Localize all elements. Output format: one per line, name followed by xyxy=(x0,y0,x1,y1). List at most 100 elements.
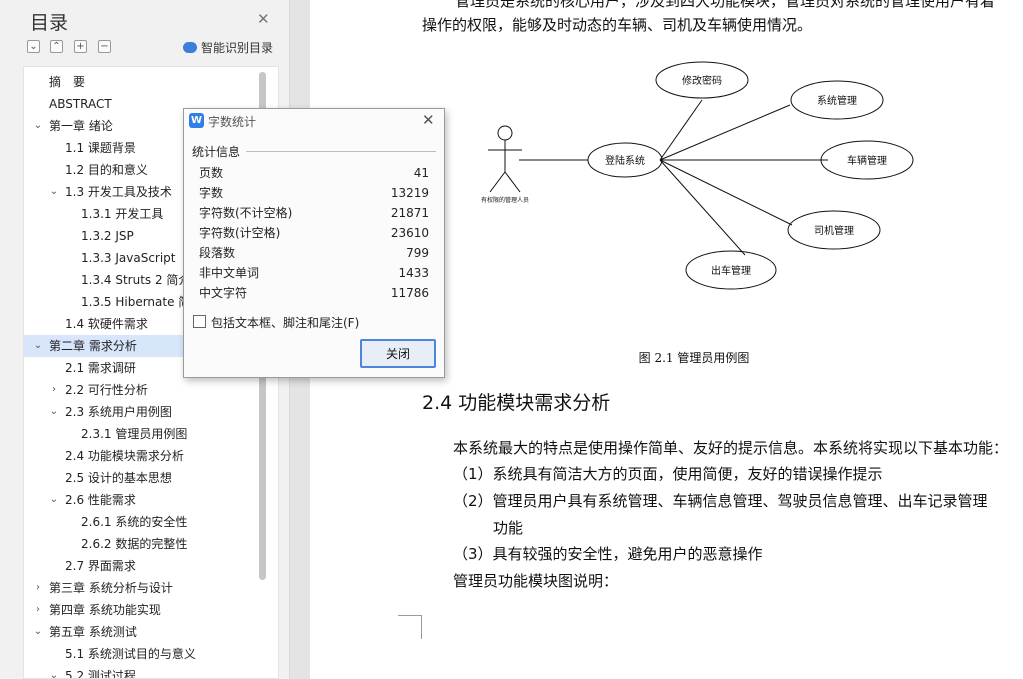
stat-label: 字符数(不计空格) xyxy=(199,206,293,220)
add-item-icon[interactable]: + xyxy=(74,40,87,53)
smart-toc-button[interactable]: 智能识别目录 xyxy=(183,39,273,56)
toc-item[interactable]: ⌄ 第五章 系统测试 xyxy=(24,621,264,643)
toc-item[interactable]: ⌄ 2.6 性能需求 xyxy=(24,489,264,511)
stat-value: 21871 xyxy=(390,206,429,220)
stat-row: 字数 13219 xyxy=(199,183,429,203)
stat-row: 段落数 799 xyxy=(199,243,429,263)
close-button[interactable]: 关闭 xyxy=(360,339,436,368)
toc-item-label: 2.4 功能模块需求分析 xyxy=(65,449,184,463)
stat-row: 字符数(不计空格) 21871 xyxy=(199,203,429,223)
actor-label: 有权限的管理人员 xyxy=(481,196,529,204)
chevron-right-icon[interactable]: › xyxy=(33,577,43,599)
toc-item-label: 1.2 目的和意义 xyxy=(65,163,148,177)
section-heading: 2.4 功能模块需求分析 xyxy=(422,392,611,414)
dialog-title: 字数统计 xyxy=(208,115,257,129)
smart-toc-label: 智能识别目录 xyxy=(201,41,274,55)
include-notes-label[interactable]: 包括文本框、脚注和尾注(F) xyxy=(211,314,359,331)
toc-item[interactable]: 2.6.1 系统的安全性 xyxy=(24,511,264,533)
word-count-dialog: W 字数统计 ✕ 统计信息 页数 41 字数 13219 字符数(不计空格) 21871 字… xyxy=(183,108,445,378)
toc-item-label: 第四章 系统功能实现 xyxy=(49,603,161,617)
use-case-node: 出车管理 xyxy=(711,264,751,277)
body-paragraph: 本系统最大的特点是使用操作简单、友好的提示信息。本系统将实现以下基本功能： xyxy=(453,439,1009,457)
expand-all-icon[interactable]: ⌃ xyxy=(50,40,63,53)
toc-item[interactable]: ⌄ 2.3 系统用户用例图 xyxy=(24,401,264,423)
stat-label: 字数 xyxy=(199,186,224,200)
toc-item-label: 1.3.1 开发工具 xyxy=(81,207,164,221)
toc-item-label: 第二章 需求分析 xyxy=(49,339,137,353)
stat-row: 中文字符 11786 xyxy=(199,283,429,303)
toc-item[interactable]: 5.1 系统测试目的与意义 xyxy=(24,643,264,665)
include-notes-checkbox[interactable] xyxy=(193,315,206,328)
toc-item-label: 2.3 系统用户用例图 xyxy=(65,405,172,419)
chevron-right-icon[interactable]: › xyxy=(33,599,43,621)
use-case-node: 司机管理 xyxy=(814,224,854,237)
toc-item-label: 1.3.4 Struts 2 简介 xyxy=(81,273,191,287)
toc-item[interactable]: 2.6.2 数据的完整性 xyxy=(24,533,264,555)
use-case-node: 车辆管理 xyxy=(847,154,887,167)
stat-row: 非中文单词 1433 xyxy=(199,263,429,283)
chevron-down-icon[interactable]: ⌄ xyxy=(33,621,43,643)
use-case-node: 修改密码 xyxy=(682,74,722,87)
stat-value: 11786 xyxy=(390,286,429,300)
body-paragraph: 管理员功能模块图说明： xyxy=(453,572,619,590)
toc-item[interactable]: › 2.2 可行性分析 xyxy=(24,379,264,401)
chevron-down-icon[interactable]: ⌄ xyxy=(33,335,43,357)
toc-item[interactable]: 2.7 界面需求 xyxy=(24,555,264,577)
toc-item-label: 第一章 绪论 xyxy=(49,119,113,133)
toc-item-label: 第三章 系统分析与设计 xyxy=(49,581,173,595)
body-paragraph: （3）具有较强的安全性，避免用户的恶意操作 xyxy=(453,545,763,563)
stat-value: 41 xyxy=(413,166,429,180)
toc-item[interactable]: 摘 要 xyxy=(24,71,264,93)
cloud-icon xyxy=(183,42,197,53)
stat-row: 页数 41 xyxy=(199,163,429,183)
page-margin-marker xyxy=(398,615,422,639)
toc-item-label: 2.6.2 数据的完整性 xyxy=(81,537,188,551)
body-text-line: 操作的权限，能够及时动态的车辆、司机及车辆使用情况。 xyxy=(422,16,813,34)
close-icon[interactable]: ✕ xyxy=(422,111,435,129)
body-paragraph: （2）管理员用户具有系统管理、车辆信息管理、驾驶员信息管理、出车记录管理 xyxy=(453,492,988,510)
body-paragraph: 功能 xyxy=(493,519,524,537)
section-label: 统计信息 xyxy=(192,145,241,159)
toc-item[interactable]: 2.4 功能模块需求分析 xyxy=(24,445,264,467)
toc-item-label: 2.7 界面需求 xyxy=(65,559,136,573)
toc-item-label: 2.6 性能需求 xyxy=(65,493,136,507)
toc-item-label: 1.1 课题背景 xyxy=(65,141,136,155)
toc-item-label: 2.2 可行性分析 xyxy=(65,383,148,397)
toc-item-label: 1.4 软硬件需求 xyxy=(65,317,148,331)
toc-item-label: 2.1 需求调研 xyxy=(65,361,136,375)
toc-item-label: 1.3.2 JSP xyxy=(81,229,134,243)
close-icon[interactable]: ✕ xyxy=(257,10,270,28)
collapse-all-icon[interactable]: ⌄ xyxy=(27,40,40,53)
stat-value: 23610 xyxy=(390,226,429,240)
toc-item-label: 摘 要 xyxy=(49,75,86,89)
stat-value: 799 xyxy=(406,246,429,260)
chevron-down-icon[interactable]: ⌄ xyxy=(49,181,59,203)
toc-item[interactable]: 2.5 设计的基本思想 xyxy=(24,467,264,489)
chevron-down-icon[interactable]: ⌄ xyxy=(49,401,59,423)
toc-item[interactable]: ⌄ 5.2 测试过程 xyxy=(24,665,264,679)
body-text-line: 管理员是系统的核心用户，涉及到四大功能模块，管理员对系统的管理使用户有着 xyxy=(455,0,996,10)
toc-item[interactable]: › 第三章 系统分析与设计 xyxy=(24,577,264,599)
toc-item-label: 5.1 系统测试目的与意义 xyxy=(65,647,196,661)
toc-item-label: 1.3 开发工具及技术 xyxy=(65,185,172,199)
chevron-right-icon[interactable]: › xyxy=(49,379,59,401)
use-case-node: 登陆系统 xyxy=(605,154,645,167)
toc-item-label: 第五章 系统测试 xyxy=(49,625,137,639)
chevron-down-icon[interactable]: ⌄ xyxy=(49,489,59,511)
toc-item-label: 1.3.3 JavaScript xyxy=(81,251,176,265)
stat-label: 字符数(计空格) xyxy=(199,226,281,240)
toc-item[interactable]: 2.3.1 管理员用例图 xyxy=(24,423,264,445)
remove-item-icon[interactable]: − xyxy=(98,40,111,53)
stat-label: 段落数 xyxy=(199,246,236,260)
toc-item-label: 2.5 设计的基本思想 xyxy=(65,471,172,485)
use-case-diagram: 有权限的管理人员 登陆系统 修改密码 系统管理 车辆管理 司机管理 出车管理 图… xyxy=(481,61,914,365)
nav-title: 目录 xyxy=(30,12,69,34)
stat-label: 页数 xyxy=(199,166,224,180)
toc-item-label: 5.2 测试过程 xyxy=(65,669,136,679)
chevron-down-icon[interactable]: ⌄ xyxy=(49,665,59,678)
toc-item-label: ABSTRACT xyxy=(49,97,112,111)
chevron-down-icon[interactable]: ⌄ xyxy=(33,115,43,137)
body-paragraph: （1）系统具有简洁大方的页面，使用简便，友好的错误操作提示 xyxy=(453,465,883,483)
toc-item-label: 2.6.1 系统的安全性 xyxy=(81,515,188,529)
toc-item[interactable]: › 第四章 系统功能实现 xyxy=(24,599,264,621)
